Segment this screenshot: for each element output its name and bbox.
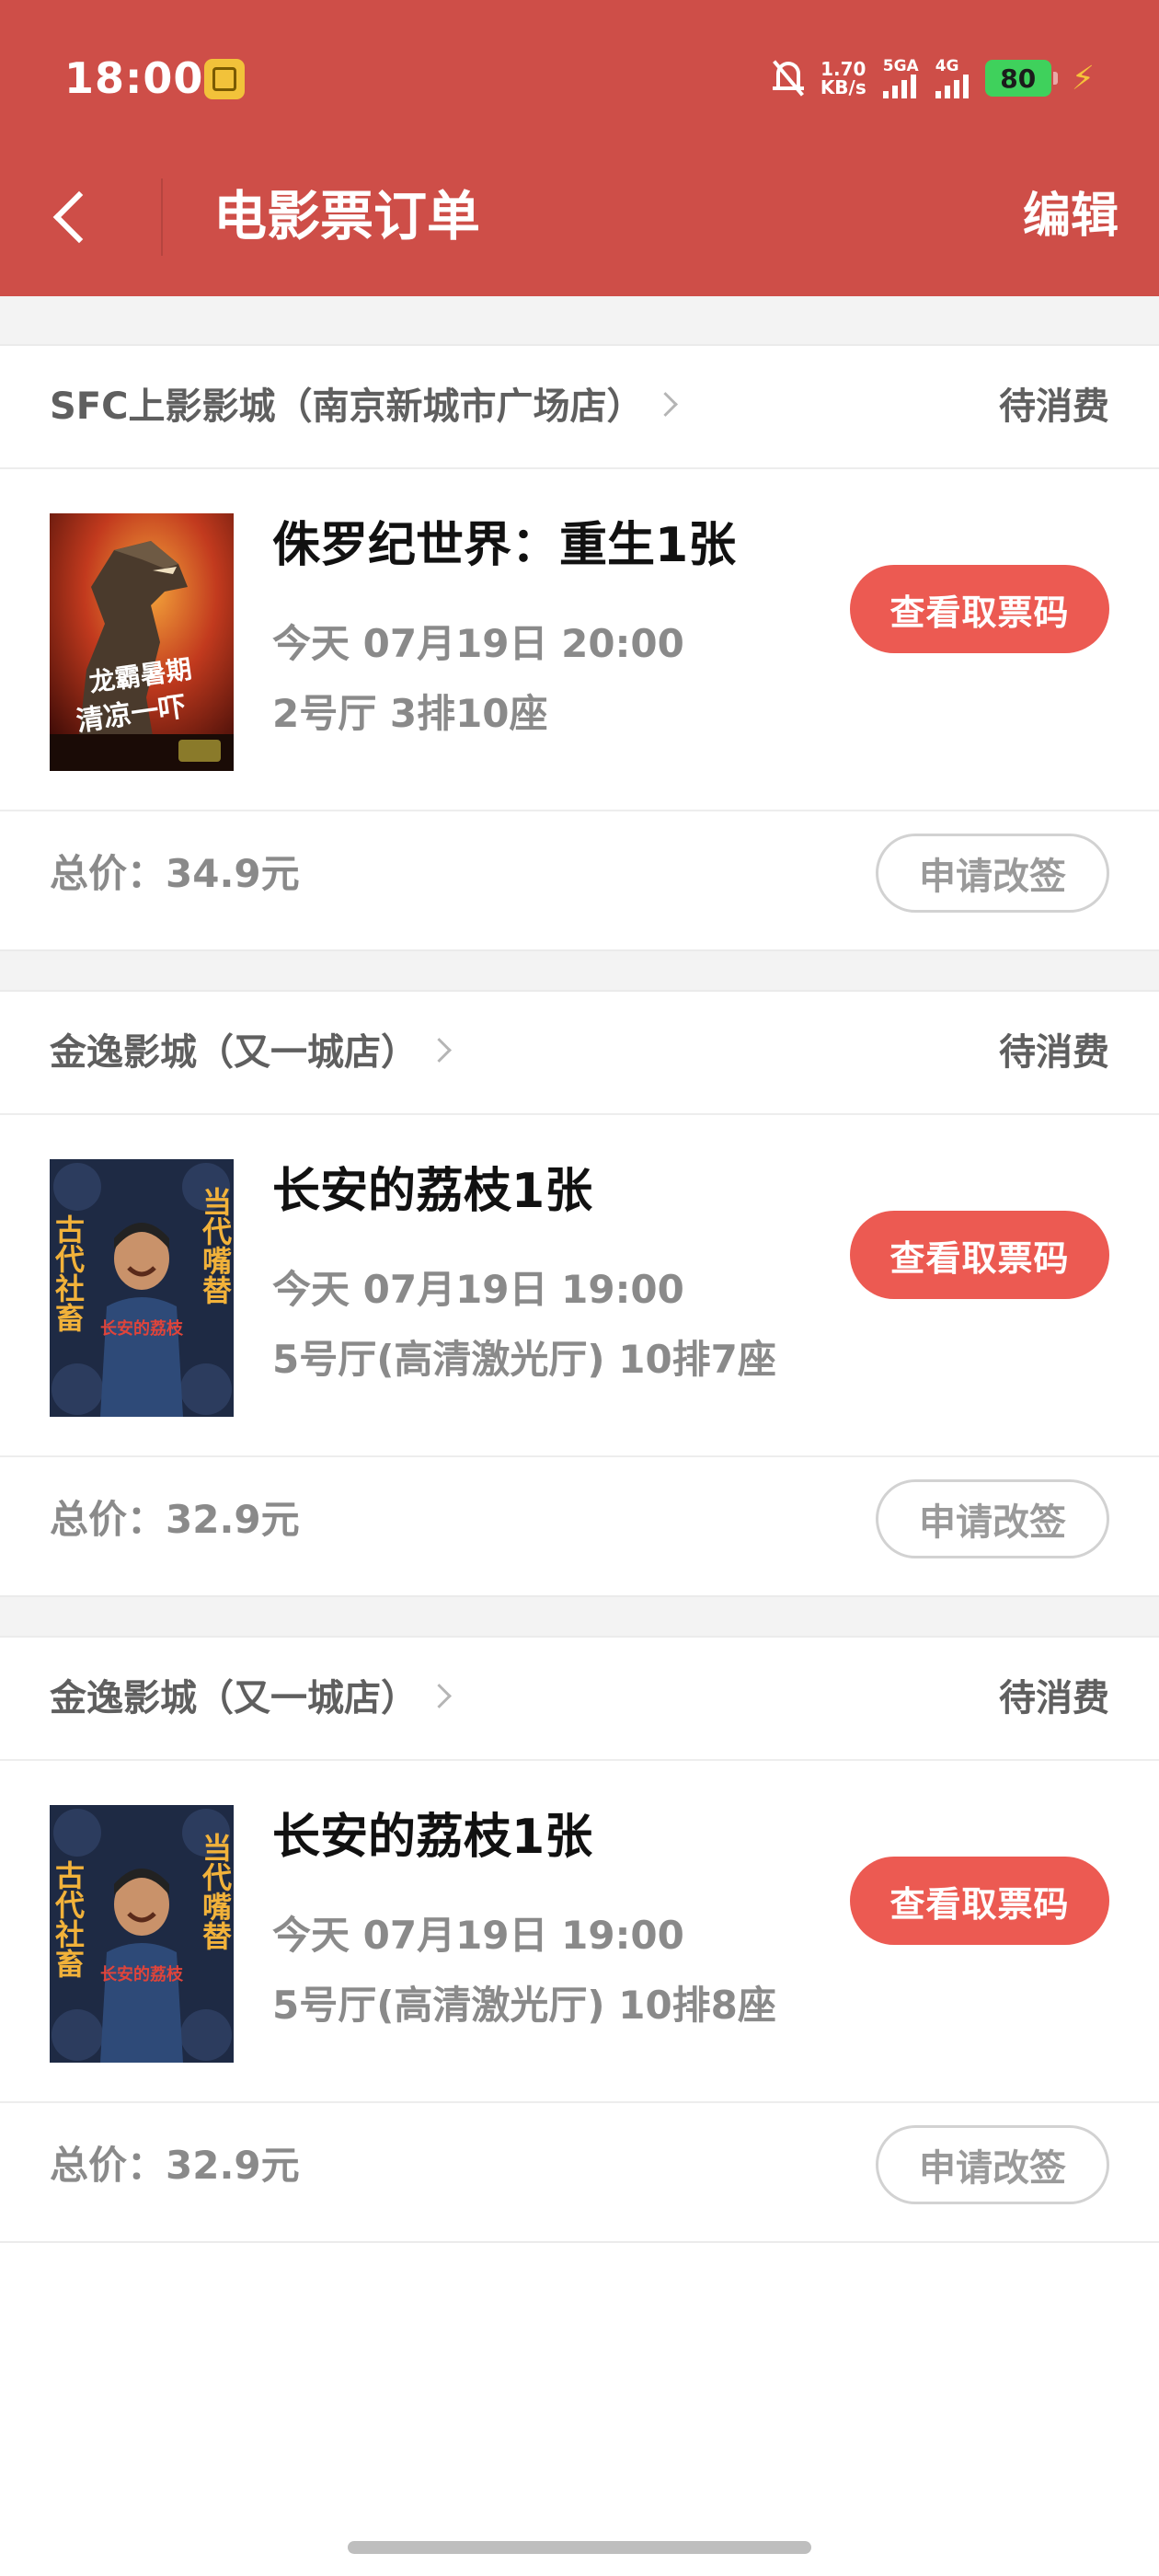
signal-5g: 5GA — [882, 57, 919, 98]
charging-bolt-icon: ⚡ — [1071, 59, 1095, 98]
cinema-name[interactable]: 金逸影城（又一城店） — [50, 1029, 452, 1076]
request-change-button[interactable]: 申请改签 — [876, 2125, 1109, 2204]
network-speed-value: 1.70 — [820, 58, 866, 80]
header-divider — [161, 178, 163, 256]
total-price: 总价：32.9元 — [50, 2143, 300, 2188]
cinema-name[interactable]: SFC上影影城（南京新城市广场店） — [50, 383, 678, 431]
cinema-row[interactable]: 金逸影城（又一城店） 待消费 — [0, 1638, 1159, 1761]
cinema-name-text: 金逸影城（又一城店） — [50, 1677, 418, 1719]
status-indicators: 1.70 KB/s 5GA 4G 80 ⚡ — [772, 55, 1095, 101]
page-title: 电影票订单 — [213, 185, 481, 247]
request-change-button[interactable]: 申请改签 — [876, 1479, 1109, 1558]
poster-text-left: 古代社畜 — [51, 1860, 86, 1978]
notification-app-icon — [204, 59, 245, 99]
edit-button[interactable]: 编辑 — [1023, 184, 1119, 248]
price-row: 总价：34.9元 申请改签 — [0, 810, 1159, 951]
chevron-right-icon — [427, 1038, 452, 1063]
poster-image: 龙霸暑期 清凉一吓 — [50, 513, 234, 771]
seat-info: 5号厅(高清激光厅) 10排7座 — [272, 1337, 776, 1382]
cinema-row[interactable]: 金逸影城（又一城店） 待消费 — [0, 992, 1159, 1115]
signal-bars-icon — [935, 75, 969, 98]
chevron-right-icon — [427, 1684, 452, 1708]
poster-text-center: 长安的荔枝 — [100, 1318, 184, 1339]
price-row: 总价：32.9元 申请改签 — [0, 1455, 1159, 1597]
battery-level: 80 — [1000, 63, 1037, 94]
mute-bell-icon — [772, 60, 804, 97]
price-row: 总价：32.9元 申请改签 — [0, 2101, 1159, 2243]
order-status: 待消费 — [999, 1677, 1109, 1719]
movie-poster[interactable]: 古代社畜 当代嘴替 长安的荔枝 — [50, 1159, 234, 1417]
show-time: 今天 07月19日 20:00 — [272, 621, 684, 666]
view-ticket-code-button[interactable]: 查看取票码 — [850, 1211, 1109, 1299]
cinema-name-text: 金逸影城（又一城店） — [50, 1031, 418, 1074]
total-price: 总价：34.9元 — [50, 851, 300, 896]
network-speed: 1.70 KB/s — [820, 60, 866, 97]
total-price: 总价：32.9元 — [50, 1497, 300, 1542]
seat-info: 5号厅(高清激光厅) 10排8座 — [272, 1983, 776, 2028]
show-time: 今天 07月19日 19:00 — [272, 1267, 684, 1312]
poster-text-right: 当代嘴替 — [198, 1833, 233, 1950]
chevron-left-icon — [52, 190, 106, 244]
battery-icon: 80 — [984, 60, 1058, 97]
signal-bars-icon — [882, 75, 916, 98]
section-gap — [0, 296, 1159, 346]
status-time: 18:00 — [64, 53, 204, 103]
cinema-row[interactable]: SFC上影影城（南京新城市广场店） 待消费 — [0, 346, 1159, 469]
view-ticket-code-button[interactable]: 查看取票码 — [850, 565, 1109, 653]
cinema-name-text: SFC上影影城（南京新城市广场店） — [50, 385, 644, 428]
order-status: 待消费 — [999, 1031, 1109, 1074]
poster-image: 古代社畜 当代嘴替 长安的荔枝 — [50, 1159, 234, 1417]
movie-title: 长安的荔枝1张 — [272, 1164, 593, 1219]
app-header: 18:00 1.70 KB/s 5GA 4G 80 ⚡ 电影票订单 编辑 — [0, 0, 1159, 296]
order-card[interactable]: 金逸影城（又一城店） 待消费 古代社畜 当代嘴替 长安的荔枝 长安的荔枝1张 今… — [0, 1636, 1159, 2243]
movie-title: 侏罗纪世界：重生1张 — [272, 518, 737, 573]
order-status: 待消费 — [999, 385, 1109, 428]
back-button[interactable] — [40, 180, 106, 254]
order-card[interactable]: 金逸影城（又一城店） 待消费 古代社畜 当代嘴替 长安的荔枝 长安的荔枝1张 今… — [0, 990, 1159, 1597]
home-indicator[interactable] — [348, 2541, 811, 2554]
signal-5g-label: 5GA — [882, 57, 919, 75]
network-speed-unit: KB/s — [820, 76, 866, 98]
poster-logo — [178, 740, 221, 762]
view-ticket-code-button[interactable]: 查看取票码 — [850, 1857, 1109, 1945]
poster-text-right: 当代嘴替 — [198, 1187, 233, 1305]
chevron-right-icon — [652, 392, 678, 417]
order-card[interactable]: SFC上影影城（南京新城市广场店） 待消费 龙霸暑期 清凉一吓 侏罗纪世界：重生… — [0, 344, 1159, 951]
poster-text-left: 古代社畜 — [51, 1214, 86, 1332]
poster-text-center: 长安的荔枝 — [100, 1964, 184, 1984]
signal-4g: 4G — [935, 58, 969, 98]
movie-title: 长安的荔枝1张 — [272, 1810, 593, 1865]
seat-info: 2号厅 3排10座 — [272, 691, 548, 736]
signal-4g-label: 4G — [935, 57, 959, 75]
movie-poster[interactable]: 龙霸暑期 清凉一吓 — [50, 513, 234, 771]
show-time: 今天 07月19日 19:00 — [272, 1913, 684, 1958]
movie-poster[interactable]: 古代社畜 当代嘴替 长安的荔枝 — [50, 1805, 234, 2063]
cinema-name[interactable]: 金逸影城（又一城店） — [50, 1674, 452, 1722]
request-change-button[interactable]: 申请改签 — [876, 834, 1109, 913]
poster-image: 古代社畜 当代嘴替 长安的荔枝 — [50, 1805, 234, 2063]
